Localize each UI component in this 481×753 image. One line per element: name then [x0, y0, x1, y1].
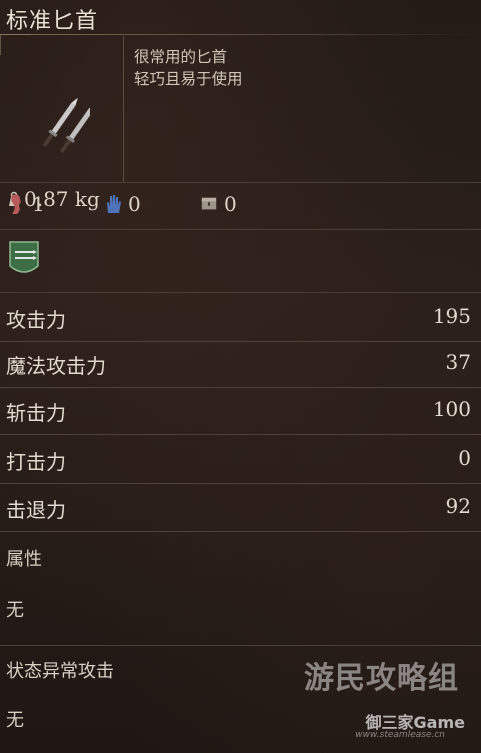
item-detail-panel: 标准匕首 0.87 kg 很常用的匕首 轻巧且易于使用 1 0 0 攻击力 19…: [0, 0, 481, 753]
stat-label: 击退力: [6, 498, 66, 522]
requirement-strength: 1: [8, 192, 45, 216]
section-divider: [0, 292, 481, 293]
status-attack-label: 状态异常攻击: [6, 661, 114, 682]
section-divider: [0, 229, 481, 230]
hand-icon: [107, 195, 121, 213]
watermark-url: www.steamlease.cn: [355, 730, 445, 740]
requirement-dexterity: 0: [104, 192, 141, 216]
row-divider: [0, 387, 481, 388]
stat-value: 92: [445, 494, 471, 518]
stat-value: 37: [445, 350, 471, 374]
section-divider: [0, 645, 481, 646]
row-divider: [0, 434, 481, 435]
shield-crest-icon: [9, 241, 39, 273]
row-divider: [0, 531, 481, 532]
item-name: 标准匕首: [6, 9, 99, 34]
stat-row-magic-attack: 魔法攻击力 37: [0, 342, 481, 388]
requirement-value: 0: [224, 192, 237, 216]
section-divider: [0, 182, 481, 183]
item-description: 很常用的匕首 轻巧且易于使用: [134, 46, 243, 90]
stat-label: 打击力: [6, 450, 66, 474]
item-icon-box: 0.87 kg: [0, 36, 124, 211]
chest-icon: [201, 197, 217, 210]
title-divider: [0, 34, 481, 35]
twin-daggers-icon: [42, 97, 90, 153]
stat-row-strike: 打击力 0: [0, 438, 481, 484]
watermark-gamersky: 游民攻略组: [304, 661, 459, 696]
stat-row-knockback: 击退力 92: [0, 486, 481, 532]
description-line-2: 轻巧且易于使用: [134, 70, 243, 88]
stat-value: 100: [432, 397, 471, 421]
stat-row-attack: 攻击力 195: [0, 296, 481, 342]
stat-label: 斩击力: [6, 401, 66, 425]
stat-value: 195: [432, 304, 471, 328]
requirement-item: 0: [200, 192, 237, 216]
requirement-value: 1: [32, 192, 45, 216]
requirement-value: 0: [128, 192, 141, 216]
attribute-label: 属性: [6, 549, 42, 570]
stat-row-slash: 斩击力 100: [0, 389, 481, 435]
status-attack-value: 无: [6, 710, 24, 731]
attribute-value: 无: [6, 600, 24, 621]
stat-value: 0: [458, 446, 471, 470]
stat-label: 魔法攻击力: [6, 354, 106, 378]
requirements-row: 1 0 0: [0, 192, 481, 222]
description-line-1: 很常用的匕首: [134, 48, 228, 66]
strength-icon: [11, 194, 21, 214]
stat-label: 攻击力: [6, 308, 66, 332]
row-divider: [0, 483, 481, 484]
